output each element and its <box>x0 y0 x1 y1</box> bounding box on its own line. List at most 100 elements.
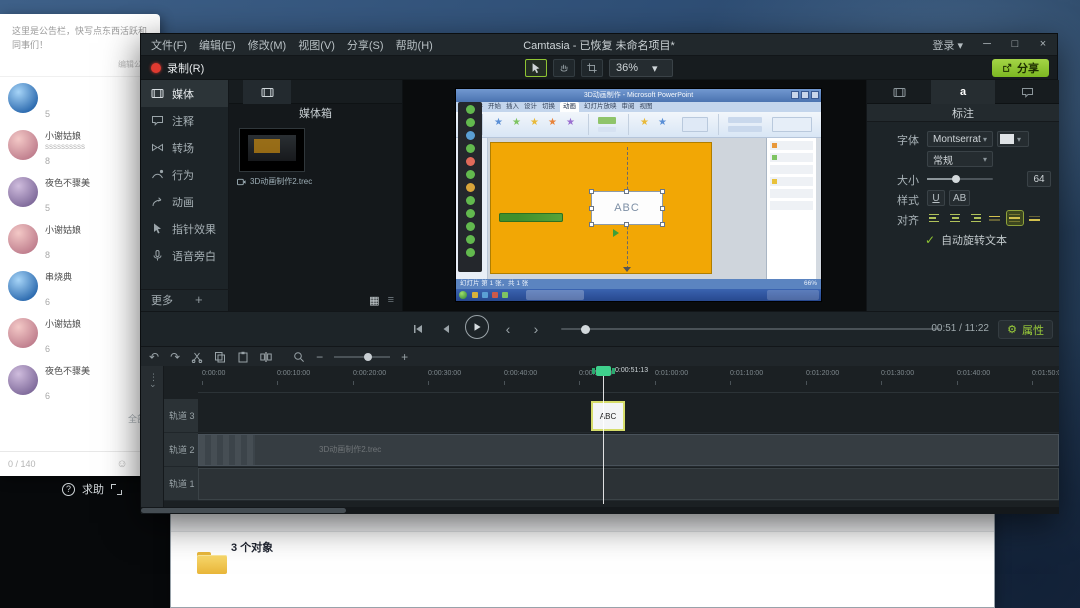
contact-strip <box>458 102 482 272</box>
next-frame-button[interactable]: ‹ <box>499 320 517 338</box>
chat-notice: 这里是公告栏，快写点东西活跃和同事们！ <box>12 26 148 51</box>
timeline: ⋮ ⌄ 0:00:00 0:00:10:00 0:00:20:00 0:00:30… <box>141 366 1059 514</box>
underline-button[interactable]: U <box>927 190 945 206</box>
track-header-3[interactable]: 轨道 3 <box>164 399 198 433</box>
timeline-clip-callout[interactable]: ABC <box>591 401 625 431</box>
font-size-slider[interactable] <box>927 175 993 183</box>
tab-callout-properties[interactable] <box>995 80 1059 104</box>
track-header-2[interactable]: 轨道 2 <box>164 433 198 467</box>
media-thumbnail[interactable] <box>239 128 305 172</box>
grid-view-icon[interactable]: ▦ <box>369 294 379 307</box>
sidebar-item-transitions[interactable]: 转场 <box>141 134 228 161</box>
pan-tool-button[interactable] <box>553 59 575 77</box>
seek-handle[interactable] <box>581 324 590 334</box>
record-button[interactable]: 录制(R) <box>151 60 204 76</box>
track-header-1[interactable]: 轨道 1 <box>164 467 198 501</box>
align-bottom-button[interactable] <box>1027 211 1043 225</box>
chat-member-row[interactable]: 串烧典 6 <box>0 265 160 312</box>
track-lane-3[interactable] <box>198 399 1059 433</box>
prev-frame-button[interactable] <box>437 320 455 338</box>
case-button[interactable]: AB <box>949 190 971 206</box>
font-color-picker[interactable]: ▾ <box>997 131 1029 147</box>
canvas-zoom-select[interactable]: 36% ▾ <box>609 59 673 77</box>
timeline-clip-screen-recording[interactable]: 3D动画制作2.trec <box>198 434 1059 466</box>
sidebar-item-animations[interactable]: 动画 <box>141 188 228 215</box>
sidebar-item-media[interactable]: 媒体 <box>141 80 228 107</box>
sidebar-item-behaviors[interactable]: 行为 <box>141 161 228 188</box>
jump-end-button[interactable]: › <box>527 320 545 338</box>
help-label[interactable]: 求助 <box>82 481 104 497</box>
maximize-button[interactable]: □ <box>1001 34 1029 56</box>
play-button[interactable] <box>465 315 489 339</box>
selected-textbox[interactable]: ABC <box>589 189 665 227</box>
redo-button[interactable]: ↷ <box>170 351 180 363</box>
crop-tool-button[interactable] <box>581 59 603 77</box>
edit-notice-link[interactable]: 编辑公告 <box>0 57 160 77</box>
undo-button[interactable]: ↶ <box>149 351 159 363</box>
chat-member-row[interactable]: 5 <box>0 77 160 124</box>
list-view-icon[interactable]: ≡ <box>388 294 394 307</box>
timeline-ruler[interactable] <box>198 374 1059 393</box>
menu-view[interactable]: 视图(V) <box>298 37 335 53</box>
zoom-handle[interactable] <box>364 352 373 361</box>
chat-member-row[interactable]: 夜色不骤美 6 <box>0 359 160 406</box>
menu-edit[interactable]: 编辑(E) <box>199 37 236 53</box>
zoom-out-button[interactable]: − <box>316 351 323 363</box>
timeline-toolbar: ↶ ↷ − + <box>141 346 1059 366</box>
timeline-scrollbar[interactable] <box>141 507 1059 514</box>
scrollbar-thumb[interactable] <box>141 508 346 513</box>
minimize-button[interactable]: ─ <box>973 34 1001 56</box>
share-button[interactable]: 分享 <box>992 59 1049 77</box>
split-button[interactable] <box>260 351 272 363</box>
timeline-clip-audio[interactable] <box>198 468 1059 500</box>
seek-slider[interactable] <box>561 324 941 334</box>
folder-icon[interactable] <box>197 552 227 574</box>
font-family-select[interactable]: Montserrat ▾ <box>927 131 993 147</box>
tab-text-properties[interactable]: a <box>931 80 995 104</box>
align-center-button[interactable] <box>947 211 963 225</box>
member-subtext: ssssssssss <box>45 141 85 151</box>
tab-visual-properties[interactable] <box>867 80 931 104</box>
callout-icon <box>1021 87 1033 98</box>
properties-toggle-button[interactable]: ⚙ 属性 <box>998 320 1053 339</box>
sidebar-item-voice-narration[interactable]: 语音旁白 <box>141 242 228 269</box>
check-icon: ✓ <box>925 233 936 247</box>
align-right-button[interactable] <box>967 211 983 225</box>
close-button[interactable]: × <box>1029 34 1057 56</box>
more-button[interactable]: 更多 + <box>141 289 229 309</box>
help-icon[interactable]: ? <box>62 482 75 496</box>
font-weight-select[interactable]: 常规 ▾ <box>927 151 993 167</box>
sidebar-item-cursor-effects[interactable]: 指针效果 <box>141 215 228 242</box>
emoji-icon[interactable]: ☺ <box>116 458 127 470</box>
align-middle-button[interactable] <box>1006 210 1024 226</box>
login-button[interactable]: 登录 ▾ <box>922 37 973 53</box>
sidebar-item-annotations[interactable]: 注释 <box>141 107 228 134</box>
track-options-icon[interactable]: ⋮ ⌄ <box>149 373 158 389</box>
menu-help[interactable]: 帮助(H) <box>396 37 433 53</box>
select-tool-button[interactable] <box>525 59 547 77</box>
chat-member-row[interactable]: 小谢姑娘 ssssssssss 8 <box>0 124 160 171</box>
align-top-button[interactable] <box>987 211 1003 225</box>
member-name: 小谢姑娘 <box>45 224 82 235</box>
timeline-zoom-slider[interactable] <box>334 352 391 361</box>
tab-media-bin[interactable] <box>243 80 291 104</box>
zoom-in-button[interactable]: + <box>401 351 408 363</box>
member-count: 6 <box>45 391 51 402</box>
chat-member-row[interactable]: 夜色不骤美 5 <box>0 171 160 218</box>
playhead-handle[interactable] <box>592 366 615 376</box>
fullscreen-icon[interactable] <box>111 483 122 495</box>
menu-share[interactable]: 分享(S) <box>347 37 384 53</box>
chat-member-row[interactable]: 小谢姑娘 6 <box>0 312 160 359</box>
menu-modify[interactable]: 修改(M) <box>248 37 287 53</box>
cut-button[interactable] <box>191 351 203 363</box>
paste-button[interactable] <box>237 351 249 363</box>
chat-member-row[interactable]: 小谢姑娘 8 <box>0 218 160 265</box>
canvas-preview[interactable]: 3D动画制作 - Microsoft PowerPoint 文件开始插入设计切换… <box>403 80 866 311</box>
add-icon[interactable]: + <box>195 292 203 307</box>
align-left-button[interactable] <box>927 211 943 225</box>
font-size-value[interactable]: 64 <box>1027 171 1051 187</box>
copy-button[interactable] <box>214 351 226 363</box>
menu-file[interactable]: 文件(F) <box>151 37 187 53</box>
auto-rotate-checkbox[interactable]: ✓ 自动旋转文本 <box>925 232 1007 248</box>
jump-start-button[interactable] <box>409 320 427 338</box>
